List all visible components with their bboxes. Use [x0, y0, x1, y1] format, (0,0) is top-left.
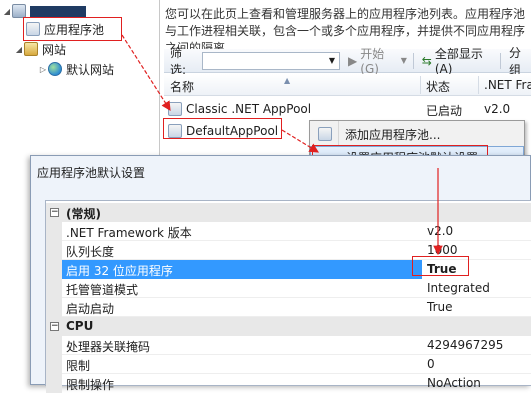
property-row[interactable]: .NET Framework 版本 v2.0	[46, 222, 531, 241]
category-name: (常规)	[66, 207, 101, 221]
column-header-net[interactable]: .NET Fra	[484, 78, 531, 92]
start-filter-button[interactable]: ▶ 开始(G) ▼	[348, 45, 407, 76]
column-divider[interactable]	[420, 76, 421, 94]
highlight-box	[23, 17, 122, 41]
dialog-title: 应用程序池默认设置	[37, 166, 146, 180]
property-value[interactable]: v2.0	[427, 224, 453, 238]
property-name: 启用 32 位应用程序	[62, 260, 422, 279]
category-name: CPU	[66, 319, 94, 333]
property-name: 托管管道模式	[66, 283, 139, 297]
grid-header: 名称 ▲ 状态 .NET Fra	[164, 74, 531, 96]
group-by-label: 分组	[508, 45, 521, 77]
grid-gutter	[46, 374, 62, 393]
property-value[interactable]: True	[427, 300, 453, 314]
property-name: 限制	[66, 359, 91, 373]
property-category[interactable]: − (常规)	[46, 203, 531, 222]
start-dropdown-icon: ▼	[400, 56, 407, 65]
menu-item-add-app-pool[interactable]: 添加应用程序池...	[310, 123, 524, 145]
property-row[interactable]: 处理器关联掩码 4294967295	[46, 336, 531, 355]
start-filter-label: 开始(G)	[360, 47, 385, 76]
row-net-version: v2.0	[484, 102, 511, 116]
grid-gutter	[46, 298, 62, 317]
tree-item-sites[interactable]: ◢ 网站	[14, 40, 66, 58]
property-row[interactable]: 限制 0	[46, 355, 531, 374]
property-grid: − (常规) .NET Framework 版本 v2.0 队列长度 1000 …	[45, 200, 531, 393]
column-header-status[interactable]: 状态	[426, 78, 450, 95]
row-status: 已启动	[426, 104, 463, 118]
property-value[interactable]: 0	[427, 357, 435, 371]
property-row[interactable]: 启动启动 True	[46, 298, 531, 317]
column-divider[interactable]	[478, 76, 479, 94]
highlight-box	[163, 118, 282, 139]
filter-dropdown-icon[interactable]: ▼	[329, 56, 335, 65]
start-filter-icon: ▶	[348, 53, 358, 68]
collapse-icon[interactable]: ◢	[2, 7, 12, 16]
show-all-icon: ⇆	[421, 53, 432, 68]
filter-label: 筛选:	[170, 45, 187, 77]
expand-icon[interactable]: ▷	[38, 65, 48, 74]
tree-item-default-site-label: 默认网站	[66, 62, 115, 77]
property-category[interactable]: − CPU	[46, 317, 531, 336]
menu-item-label: 添加应用程序池...	[345, 127, 441, 142]
property-value[interactable]: NoAction	[427, 376, 481, 390]
grid-gutter	[46, 355, 62, 374]
property-name: 处理器关联掩码	[66, 340, 151, 354]
collapse-icon[interactable]: −	[50, 322, 59, 331]
tree-item-default-site[interactable]: ▷ 默认网站	[38, 60, 114, 78]
globe-icon	[48, 62, 62, 76]
column-header-name[interactable]: 名称	[170, 78, 194, 95]
property-value[interactable]: 4294967295	[427, 338, 503, 352]
add-app-pool-icon	[318, 127, 332, 141]
toolbar-separator	[412, 52, 414, 69]
toolbar-separator	[500, 52, 501, 69]
grid-gutter	[46, 336, 62, 355]
row-name-cell: Classic .NET AppPool	[168, 102, 311, 116]
property-name: .NET Framework 版本	[66, 226, 192, 240]
server-icon	[12, 4, 26, 18]
tree-item-sites-label: 网站	[42, 42, 67, 57]
filter-toolbar: 筛选: ▼ ▶ 开始(G) ▼ ⇆ 全部显示(A) 分组	[164, 46, 531, 77]
highlight-box	[412, 256, 469, 276]
table-row[interactable]: Classic .NET AppPool 已启动 v2.0	[164, 98, 531, 120]
filter-input[interactable]: ▼	[201, 51, 341, 70]
sort-ascending-icon: ▲	[284, 76, 291, 85]
tree-item-server-label	[30, 5, 86, 17]
property-row[interactable]: 限制操作 NoAction	[46, 374, 531, 393]
show-all-button[interactable]: ⇆ 全部显示(A)	[422, 45, 494, 76]
property-value[interactable]: 1000	[427, 243, 458, 257]
grid-gutter	[46, 279, 62, 298]
grid-gutter	[46, 241, 62, 260]
collapse-icon[interactable]: ◢	[14, 45, 24, 54]
property-name: 启动启动	[66, 302, 115, 316]
grid-gutter	[46, 260, 62, 279]
app-pool-icon	[168, 102, 182, 116]
grid-gutter	[46, 222, 62, 241]
property-row[interactable]: 托管管道模式 Integrated	[46, 279, 531, 298]
show-all-label: 全部显示(A)	[434, 47, 483, 76]
sites-folder-icon	[24, 42, 38, 56]
property-value[interactable]: Integrated	[427, 281, 490, 295]
row-name: Classic .NET AppPool	[186, 102, 312, 116]
group-by-button[interactable]: 分组	[509, 44, 531, 78]
property-name: 队列长度	[66, 245, 115, 259]
collapse-icon[interactable]: −	[50, 208, 59, 217]
